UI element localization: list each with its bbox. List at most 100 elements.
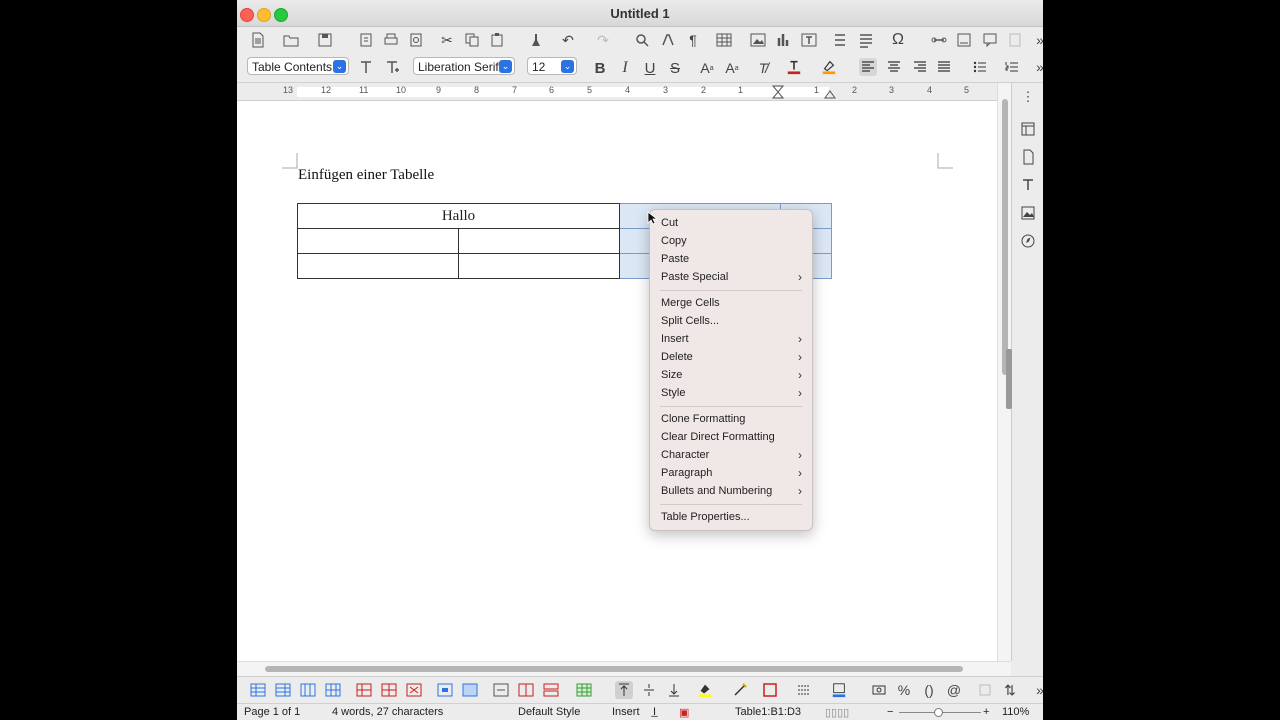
menu-item-merge-cells[interactable]: Merge Cells [661, 295, 804, 311]
insert-rows-above-icon[interactable] [249, 681, 267, 699]
delete-rows-icon[interactable] [355, 681, 373, 699]
insert-chart-icon[interactable] [775, 31, 793, 49]
border-style-icon[interactable] [795, 681, 813, 699]
select-table-icon[interactable] [461, 681, 479, 699]
right-indent-marker-icon[interactable] [824, 89, 836, 99]
print-icon[interactable] [382, 31, 400, 49]
scrollbar-thumb[interactable] [1002, 99, 1008, 375]
document-heading[interactable]: Einfügen einer Tabelle [298, 167, 434, 184]
insert-image-icon[interactable] [749, 31, 767, 49]
special-character-icon[interactable]: Ω [889, 31, 907, 49]
zoom-level[interactable]: 110% [1002, 706, 1029, 718]
insert-mode[interactable]: Insert [612, 706, 640, 718]
strikethrough-icon[interactable]: S [666, 59, 684, 77]
insert-columns-before-icon[interactable] [299, 681, 317, 699]
redo-icon[interactable]: ↷ [594, 31, 612, 49]
italic-icon[interactable]: I [616, 59, 634, 77]
undo-icon[interactable]: ↶ [559, 31, 577, 49]
border-color-icon[interactable] [830, 681, 848, 699]
justify-icon[interactable] [935, 58, 953, 76]
align-center-icon[interactable] [885, 58, 903, 76]
table-cell[interactable] [297, 253, 459, 279]
more-formatting-chevron-icon[interactable]: » [1031, 58, 1043, 76]
menu-item-size[interactable]: Size › [661, 367, 804, 383]
paragraph-style-select[interactable]: Table Contents ⌄ [247, 57, 349, 75]
insert-caption-icon[interactable] [870, 681, 888, 699]
update-style-icon[interactable] [357, 58, 375, 76]
menu-item-character[interactable]: Character › [661, 447, 804, 463]
menu-item-clone-formatting[interactable]: Clone Formatting [661, 411, 804, 427]
insert-field-icon[interactable] [857, 31, 875, 49]
table-cell-background-icon[interactable] [696, 681, 714, 699]
align-right-icon[interactable] [911, 58, 929, 76]
font-color-icon[interactable] [785, 58, 803, 76]
bold-icon[interactable]: B [591, 59, 609, 77]
table-autoformat-icon[interactable] [575, 681, 593, 699]
underline-icon[interactable]: U [641, 59, 659, 77]
page-style[interactable]: Default Style [518, 706, 580, 718]
scrollbar-thumb[interactable] [265, 666, 963, 672]
insert-formula-icon[interactable]: @ [945, 681, 963, 699]
page-count[interactable]: Page 1 of 1 [244, 706, 300, 718]
sort-icon[interactable]: ⇅ [1001, 681, 1019, 699]
font-size-select[interactable]: 12 ⌄ [527, 57, 577, 75]
subscript-icon[interactable]: Aa [723, 59, 741, 77]
table-cell[interactable]: Hallo [297, 203, 620, 229]
new-document-icon[interactable] [249, 31, 267, 49]
menu-item-delete[interactable]: Delete › [661, 349, 804, 365]
menu-item-split-cells[interactable]: Split Cells... [661, 313, 804, 329]
indent-marker-icon[interactable] [772, 85, 784, 99]
cut-icon[interactable]: ✂ [438, 31, 456, 49]
insert-footnote-icon[interactable] [955, 31, 973, 49]
delete-columns-icon[interactable] [380, 681, 398, 699]
page-icon[interactable] [1020, 149, 1036, 165]
percent-format-icon[interactable]: % [895, 681, 913, 699]
zoom-slider-knob[interactable] [934, 708, 943, 717]
sidebar-collapse-handle[interactable] [1006, 349, 1012, 409]
save-icon[interactable] [316, 31, 334, 49]
menu-item-paste[interactable]: Paste [661, 251, 804, 267]
menu-item-copy[interactable]: Copy [661, 233, 804, 249]
menu-item-paragraph[interactable]: Paragraph › [661, 465, 804, 481]
bullet-list-icon[interactable] [971, 58, 989, 76]
open-folder-icon[interactable] [282, 31, 300, 49]
menu-item-style[interactable]: Style › [661, 385, 804, 401]
align-bottom-icon[interactable] [665, 681, 683, 699]
highlight-color-icon[interactable] [820, 58, 838, 76]
insert-hyperlink-icon[interactable] [930, 31, 948, 49]
insert-columns-after-icon[interactable] [324, 681, 342, 699]
font-name-select[interactable]: Liberation Serif ⌄ [413, 57, 515, 75]
center-vertically-icon[interactable] [640, 681, 658, 699]
menu-item-cut[interactable]: Cut [661, 215, 804, 231]
export-pdf-icon[interactable] [357, 31, 375, 49]
more-table-toolbar-chevron-icon[interactable]: » [1031, 681, 1043, 699]
insert-table-icon[interactable] [715, 31, 733, 49]
menu-item-bullets-and-numbering[interactable]: Bullets and Numbering › [661, 483, 804, 499]
copy-icon[interactable] [463, 31, 481, 49]
table-cell[interactable] [297, 228, 459, 254]
properties-icon[interactable] [1020, 121, 1036, 137]
merge-cells-icon[interactable] [492, 681, 510, 699]
menu-item-paste-special[interactable]: Paste Special › [661, 269, 804, 285]
sidebar-menu-icon[interactable]: ⋮ [1020, 89, 1036, 105]
zoom-out-button[interactable]: − [887, 706, 893, 718]
delete-table-icon[interactable] [405, 681, 423, 699]
superscript-icon[interactable]: Aa [698, 59, 716, 77]
insert-rows-below-icon[interactable] [274, 681, 292, 699]
menu-item-table-properties[interactable]: Table Properties... [661, 509, 804, 525]
horizontal-scrollbar[interactable] [237, 661, 1011, 676]
table-cell[interactable] [458, 228, 620, 254]
track-changes-icon[interactable] [1006, 31, 1024, 49]
menu-item-insert[interactable]: Insert › [661, 331, 804, 347]
zoom-in-button[interactable]: + [983, 706, 989, 718]
borders-icon[interactable] [761, 681, 779, 699]
selection-mode-icon[interactable]: I̲ [653, 706, 656, 718]
view-layout-icon[interactable]: ▯▯▯▯ [825, 706, 849, 719]
print-preview-icon[interactable] [407, 31, 425, 49]
horizontal-ruler[interactable]: 13 12 11 10 9 8 7 6 5 4 3 2 1 1 2 3 4 5 [237, 83, 999, 101]
gallery-icon[interactable] [1020, 205, 1036, 221]
table-properties-icon[interactable] [976, 681, 994, 699]
find-replace-icon[interactable] [633, 31, 651, 49]
more-toolbar-chevron-icon[interactable]: » [1031, 31, 1043, 49]
paste-icon[interactable] [488, 31, 506, 49]
